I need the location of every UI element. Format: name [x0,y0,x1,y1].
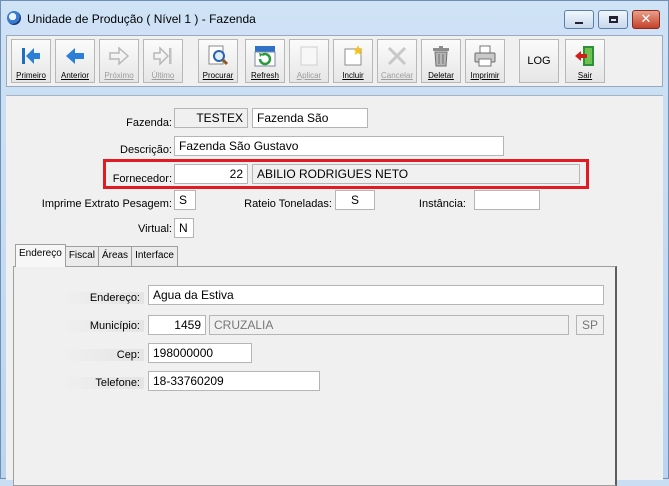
next-record-icon [104,42,134,70]
tab-endereco[interactable]: Endereço [15,244,66,267]
telefone-label: Telefone: [60,377,144,389]
next-button[interactable]: Próximo [99,39,139,83]
first-button[interactable]: Primeiro [11,39,51,83]
search-button-label: Procurar [202,71,234,80]
first-button-label: Primeiro [16,71,46,80]
cep-label: Cep: [60,349,144,361]
print-button-label: Imprimir [470,71,500,80]
exit-button-label: Sair [577,71,593,80]
tab-interface[interactable]: Interface [131,246,178,266]
printer-icon [470,42,500,70]
municipio-code-field[interactable]: 1459 [148,315,206,335]
first-record-icon [16,42,46,70]
previous-button[interactable]: Anterior [55,39,95,83]
next-button-label: Próximo [104,71,134,80]
tab-strip: Endereço Fiscal Áreas Interface [15,244,178,267]
rateio-toneladas-label: Rateio Toneladas: [244,198,332,210]
endereco-field[interactable]: Agua da Estiva [148,285,604,305]
add-button[interactable]: Incluir [333,39,373,83]
refresh-button-label: Refresh [250,71,279,80]
descricao-label: Descrição: [120,144,172,156]
search-icon [203,42,233,70]
log-button-label: LOG [527,55,551,67]
descricao-field[interactable]: Fazenda São Gustavo [174,136,504,156]
fornecedor-code-field[interactable]: 22 [174,164,248,184]
toolbar: Primeiro Anterior Próximo Último Procura… [6,35,663,87]
apply-icon [294,42,324,70]
title-bar: Unidade de Produção ( Nível 1 ) - Fazend… [1,1,668,35]
cep-field[interactable]: 198000000 [148,343,252,363]
search-button[interactable]: Procurar [198,39,238,83]
rateio-toneladas-field[interactable]: S [335,190,375,210]
refresh-button[interactable]: Refresh [245,39,285,83]
close-button[interactable]: ✕ [632,10,660,29]
telefone-field[interactable]: 18-33760209 [148,371,320,391]
last-record-icon [148,42,178,70]
minimize-button[interactable] [564,10,594,29]
delete-button[interactable]: Deletar [421,39,461,83]
apply-button-label: Aplicar [296,71,322,80]
fazenda-label: Fazenda: [126,117,172,129]
virtual-field[interactable]: N [174,218,194,238]
cancel-button[interactable]: Cancelar [377,39,417,83]
last-button-label: Último [151,71,175,80]
virtual-label: Virtual: [137,223,172,235]
apply-button[interactable]: Aplicar [289,39,329,83]
maximize-icon [608,16,618,23]
municipio-label: Município: [60,320,144,332]
fornecedor-label: Fornecedor: [112,173,172,185]
fornecedor-name-field: ABILIO RODRIGUES NETO [252,164,580,184]
previous-button-label: Anterior [60,71,89,80]
new-record-icon [338,42,368,70]
imprime-extrato-label: Imprime Extrato Pesagem: [41,198,172,210]
exit-door-icon [570,42,600,70]
application-window: Unidade de Produção ( Nível 1 ) - Fazend… [0,0,669,486]
municipio-name-field: CRUZALIA [209,315,569,335]
cancel-button-label: Cancelar [380,71,413,80]
last-button[interactable]: Último [143,39,183,83]
imprime-extrato-field[interactable]: S [174,190,196,210]
cancel-icon [382,42,412,70]
fazenda-name-field[interactable]: Fazenda São [252,108,368,128]
trash-icon [426,42,456,70]
tab-fiscal[interactable]: Fiscal [64,246,99,266]
endereco-label: Endereço: [60,292,144,304]
close-icon: ✕ [640,12,652,27]
endereco-tab-panel: Endereço: Agua da Estiva Município: 1459… [13,266,617,486]
instancia-label: Instância: [418,198,466,210]
window-title: Unidade de Produção ( Nível 1 ) - Fazend… [27,12,256,26]
tab-areas[interactable]: Áreas [97,246,133,266]
minimize-icon [575,21,583,24]
refresh-icon [250,42,280,70]
maximize-button[interactable] [598,10,628,29]
previous-record-icon [60,42,90,70]
uf-field: SP [576,315,604,335]
add-button-label: Incluir [342,71,364,80]
instancia-field[interactable] [474,190,540,210]
form-area: Fazenda: TESTEX Fazenda São Descrição: F… [6,95,663,486]
app-icon [7,11,21,25]
print-button[interactable]: Imprimir [465,39,505,83]
log-button[interactable]: LOG [519,39,559,83]
delete-button-label: Deletar [428,71,454,80]
exit-button[interactable]: Sair [565,39,605,83]
fazenda-code-field[interactable]: TESTEX [174,108,248,128]
